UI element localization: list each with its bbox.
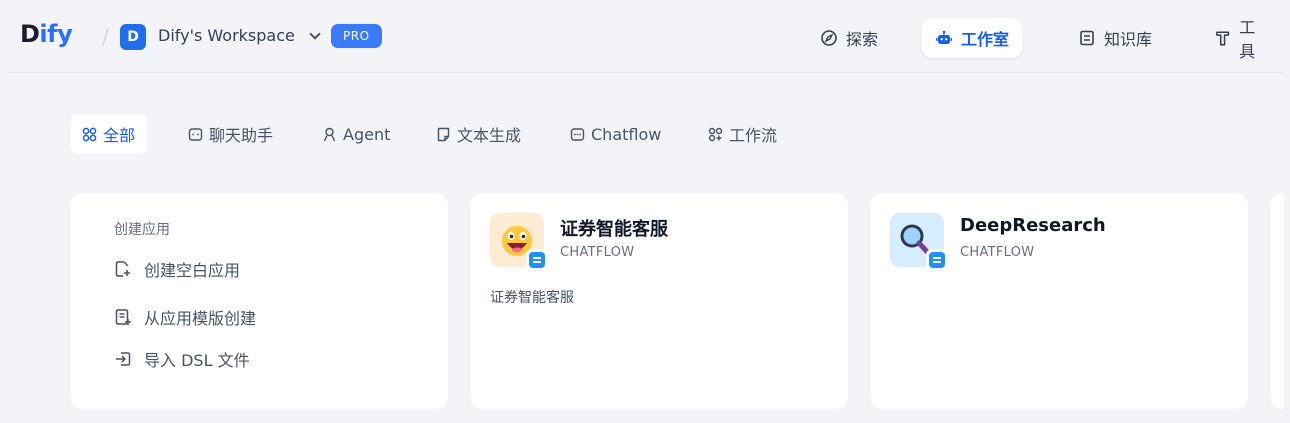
app-name: 证券智能客服	[560, 219, 668, 240]
dify-logo[interactable]: Dify	[20, 20, 73, 48]
nav-explore[interactable]: 探索	[806, 18, 892, 58]
tab-all[interactable]: 全部	[70, 114, 148, 154]
tab-text-generation-label: 文本生成	[457, 126, 522, 145]
tab-workflow-label: 工作流	[729, 126, 778, 145]
nav-studio[interactable]: 工作室	[921, 18, 1024, 58]
agent-icon	[323, 127, 336, 141]
tab-agent[interactable]: Agent	[310, 114, 402, 154]
import-icon	[116, 352, 131, 366]
nav-tools-label: 工具	[1239, 18, 1256, 61]
header-separator: /	[102, 25, 109, 49]
workflow-icon	[708, 127, 723, 141]
robot-icon	[936, 30, 952, 44]
nav-tools[interactable]: 工具	[1200, 18, 1284, 61]
app-card-partial[interactable]	[1270, 193, 1284, 409]
create-app-title: 创建应用	[114, 222, 170, 238]
app-type: CHATFLOW	[560, 245, 635, 260]
chatflow-icon	[570, 127, 585, 141]
logo-text-d: D	[20, 20, 40, 48]
tab-text-generation[interactable]: 文本生成	[424, 114, 533, 154]
document-icon	[437, 127, 450, 141]
create-from-template-button[interactable]: 从应用模版创建	[114, 305, 256, 329]
create-blank-app-button[interactable]: 创建空白应用	[114, 257, 240, 281]
create-app-card: 创建应用 创建空白应用 从应用模版创建 导入 DSL 文件	[70, 193, 448, 409]
chat-icon	[188, 127, 203, 141]
import-dsl-label: 导入 DSL 文件	[144, 351, 250, 370]
book-icon	[1080, 30, 1094, 46]
nav-knowledge[interactable]: 知识库	[1064, 18, 1166, 58]
app-name: DeepResearch	[960, 215, 1106, 236]
app-type: CHATFLOW	[960, 245, 1035, 260]
app-description: 证券智能客服	[490, 290, 574, 306]
tab-agent-label: Agent	[343, 124, 391, 144]
app-card[interactable]: 证券智能客服 CHATFLOW 证券智能客服	[470, 193, 848, 409]
template-icon	[115, 309, 131, 325]
plan-badge: PRO	[331, 24, 382, 48]
explore-icon	[821, 30, 837, 46]
nav-studio-label: 工作室	[961, 30, 1010, 49]
grid-icon	[82, 127, 97, 141]
app-card[interactable]: DeepResearch CHATFLOW	[870, 193, 1248, 409]
import-dsl-button[interactable]: 导入 DSL 文件	[114, 347, 250, 371]
chevron-down-icon[interactable]	[309, 28, 321, 40]
tab-workflow[interactable]: 工作流	[696, 114, 789, 154]
tool-icon	[1216, 31, 1230, 46]
tab-chat-assistant-label: 聊天助手	[209, 126, 274, 145]
chatflow-badge-icon	[526, 249, 548, 271]
tab-chat-assistant[interactable]: 聊天助手	[176, 114, 285, 154]
create-from-template-label: 从应用模版创建	[144, 309, 257, 328]
workspace-avatar[interactable]: D	[120, 24, 146, 50]
app-window: Dify / D Dify's Workspace PRO 探索 工作室 知识库…	[6, 6, 1284, 418]
tab-chatflow[interactable]: Chatflow	[558, 114, 673, 154]
nav-knowledge-label: 知识库	[1104, 30, 1153, 49]
nav-explore-label: 探索	[846, 30, 879, 49]
workspace-name[interactable]: Dify's Workspace	[158, 26, 295, 45]
header-divider	[6, 72, 1284, 73]
tab-chatflow-label: Chatflow	[591, 124, 662, 144]
chatflow-badge-icon	[926, 249, 948, 271]
top-header: Dify / D Dify's Workspace PRO 探索 工作室 知识库…	[6, 6, 1284, 68]
new-file-icon	[115, 261, 130, 277]
create-blank-app-label: 创建空白应用	[144, 261, 241, 280]
tab-all-label: 全部	[103, 126, 136, 145]
logo-text-ify: ify	[39, 20, 73, 48]
